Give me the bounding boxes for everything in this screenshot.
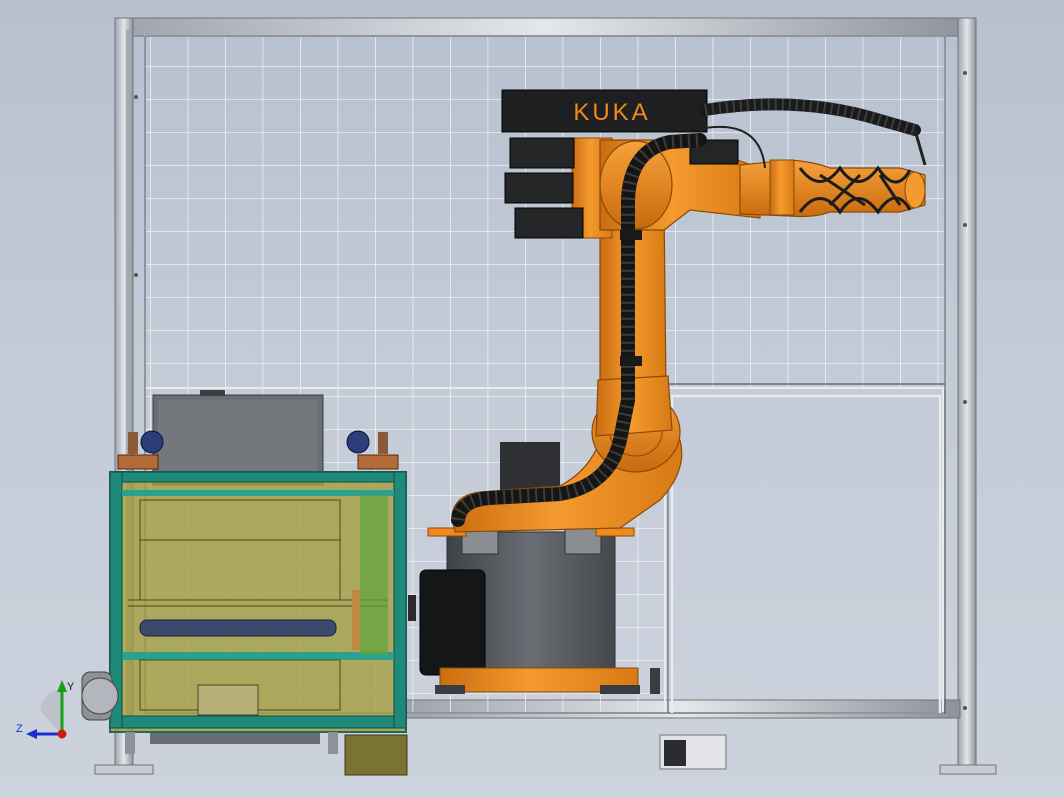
controller-module <box>419 569 486 676</box>
fence-top-rail <box>114 17 976 37</box>
coordinate-triad-icon[interactable]: Y Z <box>16 680 75 739</box>
fence-right-post <box>957 17 977 771</box>
cad-viewport[interactable]: KUKA Y Z <box>0 0 1064 798</box>
cabinet-roller <box>139 619 337 637</box>
fence-mesh-lower-right <box>667 387 944 714</box>
robot-brand-label: KUKA <box>573 99 650 126</box>
tooling-cabinet <box>81 430 416 776</box>
cad-scene: KUKA Y Z <box>16 17 997 776</box>
triad-z-label: Z <box>16 723 23 735</box>
fence-left-foot <box>94 764 154 775</box>
triad-y-label: Y <box>67 681 75 693</box>
fence-right-foot <box>939 764 997 775</box>
equipment-box <box>152 390 324 486</box>
